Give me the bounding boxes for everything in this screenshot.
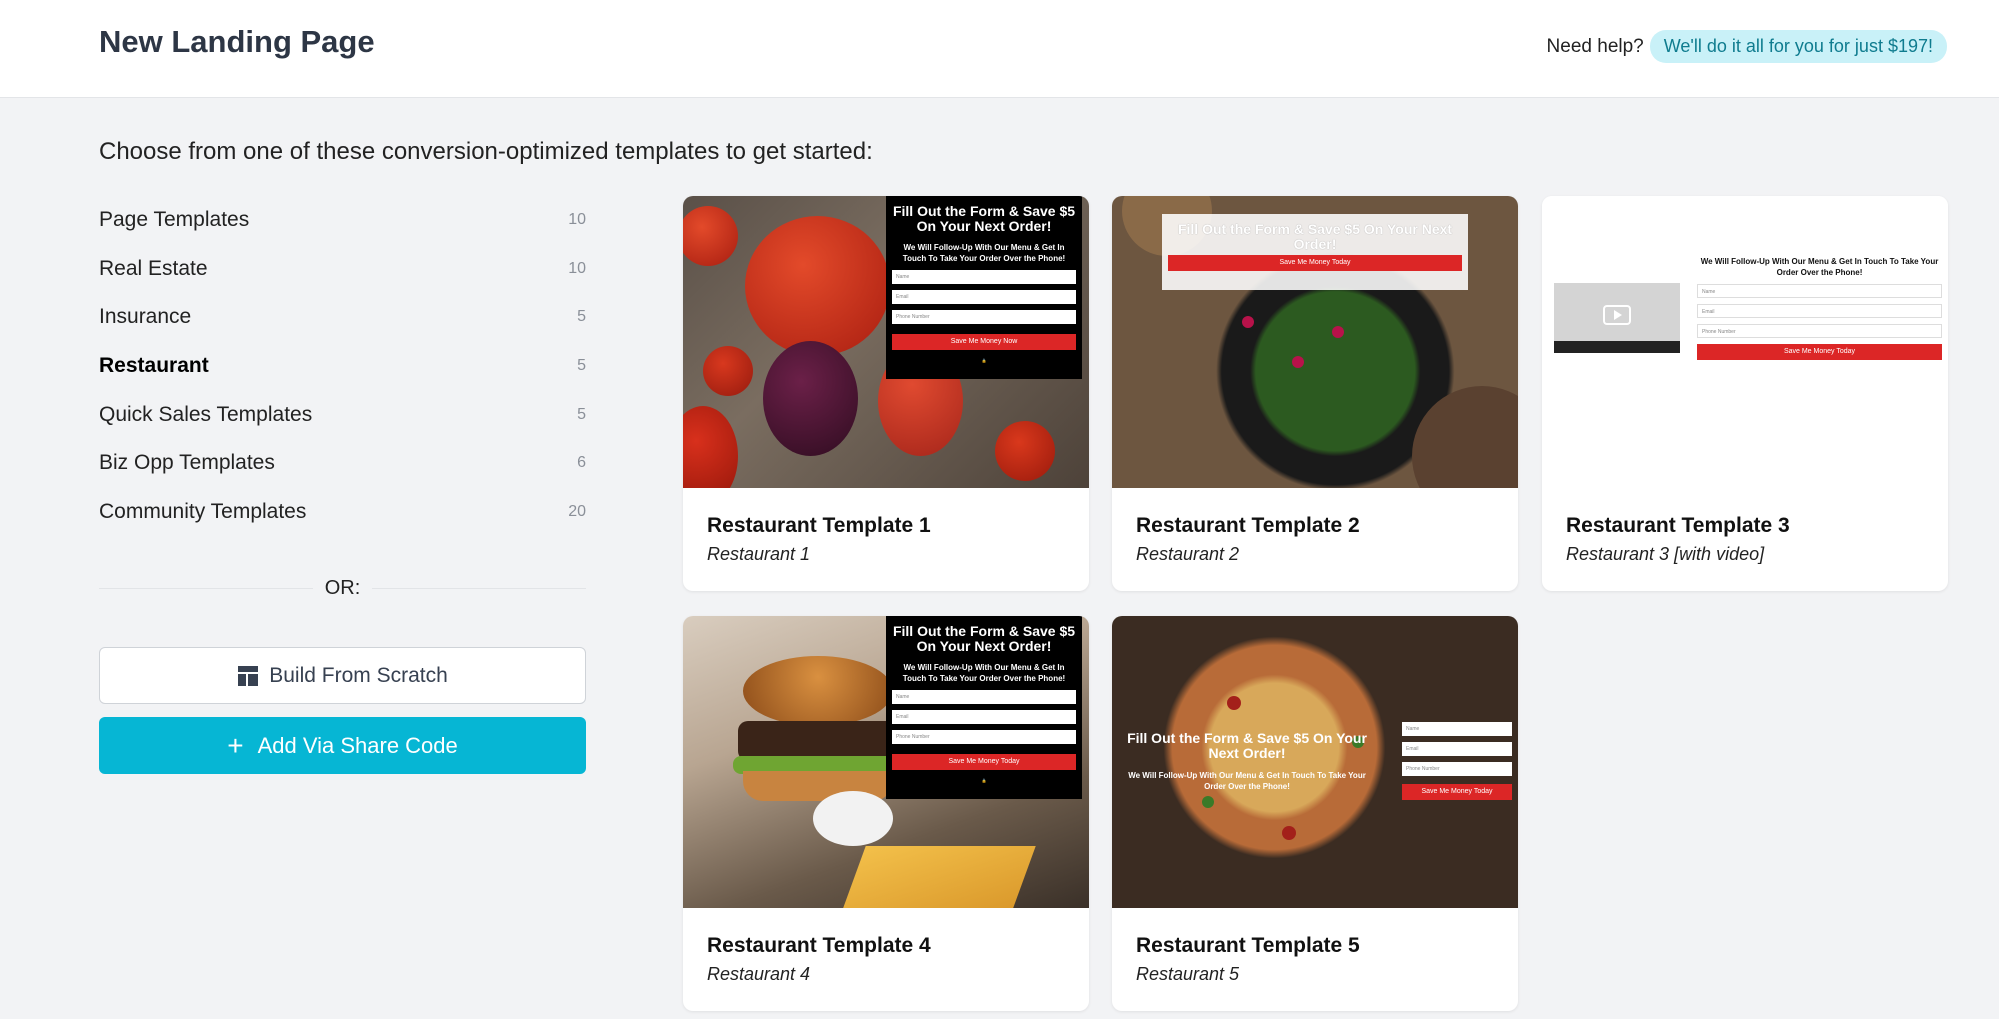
- preview-field: Name: [892, 690, 1076, 705]
- preview-field: Email: [1697, 304, 1942, 319]
- layout-icon: [238, 665, 259, 686]
- preview-form: Fill Out the Form & Save $5 On Your Next…: [886, 196, 1082, 379]
- privacy-icon: 🔒: [981, 358, 987, 364]
- page-title: New Landing Page: [99, 24, 375, 59]
- help-label: Need help?: [1546, 35, 1644, 57]
- or-label: OR:: [324, 576, 361, 599]
- template-card-3[interactable]: We Will Follow-Up With Our Menu & Get In…: [1542, 196, 1948, 591]
- category-list: Page Templates 10 Real Estate 10 Insuran…: [99, 196, 586, 536]
- preview-field: Name: [1402, 722, 1512, 736]
- category-label: Biz Opp Templates: [99, 451, 275, 475]
- play-icon: [1603, 304, 1631, 325]
- template-thumbnail: Fill Out the Form & Save $5 On Your Next…: [683, 196, 1089, 488]
- category-restaurant[interactable]: Restaurant 5: [99, 342, 586, 391]
- category-page-templates[interactable]: Page Templates 10: [99, 196, 586, 245]
- preview-headline: Fill Out the Form & Save $5 On Your Next…: [892, 623, 1076, 655]
- preview-field: Email: [1402, 742, 1512, 756]
- or-divider: OR:: [99, 574, 586, 602]
- category-label: Quick Sales Templates: [99, 402, 313, 426]
- template-card-2[interactable]: Fill Out the Form & Save $5 On Your Next…: [1112, 196, 1518, 591]
- preview-text: Fill Out the Form & Save $5 On Your Next…: [1122, 730, 1372, 792]
- preview-button: Save Me Money Today: [1697, 344, 1942, 361]
- template-title: Restaurant Template 3: [1566, 514, 1790, 537]
- preview-field: Phone Number: [892, 310, 1076, 325]
- divider-line: [372, 587, 586, 589]
- preview-field: Phone Number: [892, 730, 1076, 745]
- divider-line: [99, 587, 313, 589]
- video-player: [1554, 283, 1680, 353]
- build-from-scratch-label: Build From Scratch: [269, 663, 448, 687]
- template-thumbnail: We Will Follow-Up With Our Menu & Get In…: [1542, 196, 1948, 488]
- category-label: Real Estate: [99, 256, 208, 280]
- build-from-scratch-button[interactable]: Build From Scratch: [99, 647, 586, 704]
- template-subtitle: Restaurant 4: [707, 964, 811, 984]
- category-count: 5: [577, 308, 586, 326]
- preview-headline: Fill Out the Form & Save $5 On Your Next…: [1177, 221, 1453, 252]
- category-count: 20: [568, 502, 586, 520]
- template-title: Restaurant Template 5: [1136, 934, 1360, 957]
- preview-form: We Will Follow-Up With Our Menu & Get In…: [1697, 256, 1942, 361]
- template-card-5[interactable]: Fill Out the Form & Save $5 On Your Next…: [1112, 616, 1518, 1011]
- privacy-icon: 🔒: [981, 778, 987, 784]
- template-thumbnail: Fill Out the Form & Save $5 On Your Next…: [683, 616, 1089, 908]
- preview-field: Phone Number: [1402, 762, 1512, 776]
- category-count: 5: [577, 357, 586, 375]
- add-via-share-code-button[interactable]: + Add Via Share Code: [99, 717, 586, 774]
- template-subtitle: Restaurant 2: [1136, 544, 1240, 564]
- preview-field: Email: [892, 710, 1076, 725]
- template-subtitle: Restaurant 1: [707, 544, 811, 564]
- category-count: 5: [577, 405, 586, 423]
- category-count: 10: [568, 211, 586, 229]
- category-label: Community Templates: [99, 499, 307, 523]
- preview-form: Fill Out the Form & Save $5 On Your Next…: [1162, 214, 1468, 290]
- category-label: Page Templates: [99, 208, 250, 232]
- template-title: Restaurant Template 2: [1136, 514, 1360, 537]
- template-thumbnail: Fill Out the Form & Save $5 On Your Next…: [1112, 616, 1518, 908]
- add-via-share-code-label: Add Via Share Code: [257, 732, 458, 758]
- category-count: 6: [577, 454, 586, 472]
- preview-form: Fill Out the Form & Save $5 On Your Next…: [886, 616, 1082, 799]
- category-real-estate[interactable]: Real Estate 10: [99, 245, 586, 294]
- template-title: Restaurant Template 4: [707, 934, 931, 957]
- category-label: Restaurant: [99, 354, 209, 378]
- plus-icon: +: [227, 729, 244, 761]
- preview-field: Name: [892, 270, 1076, 285]
- preview-headline: Fill Out the Form & Save $5 On Your Next…: [892, 203, 1076, 235]
- template-card-1[interactable]: Fill Out the Form & Save $5 On Your Next…: [683, 196, 1089, 591]
- category-community[interactable]: Community Templates 20: [99, 488, 586, 537]
- intro-text: Choose from one of these conversion-opti…: [99, 138, 873, 165]
- preview-field: Email: [892, 290, 1076, 305]
- category-quick-sales[interactable]: Quick Sales Templates 5: [99, 390, 586, 439]
- preview-button: Save Me Money Today: [1168, 255, 1462, 272]
- template-title: Restaurant Template 1: [707, 514, 931, 537]
- template-subtitle: Restaurant 5: [1136, 964, 1240, 984]
- category-label: Insurance: [99, 305, 192, 329]
- preview-form: Name Email Phone Number Save Me Money To…: [1402, 716, 1512, 800]
- category-count: 10: [568, 259, 586, 277]
- category-insurance[interactable]: Insurance 5: [99, 293, 586, 342]
- preview-button: Save Me Money Now: [892, 334, 1076, 351]
- preview-subheadline: We Will Follow-Up With Our Menu & Get In…: [902, 242, 1066, 263]
- preview-subheadline: We Will Follow-Up With Our Menu & Get In…: [902, 662, 1066, 683]
- top-header: New Landing Page Need help? We'll do it …: [0, 0, 1999, 98]
- template-thumbnail: Fill Out the Form & Save $5 On Your Next…: [1112, 196, 1518, 488]
- preview-field: Name: [1697, 284, 1942, 299]
- preview-button: Save Me Money Today: [1402, 784, 1512, 800]
- preview-headline: We Will Follow-Up With Our Menu & Get In…: [1700, 257, 1939, 278]
- template-subtitle: Restaurant 3 [with video]: [1566, 544, 1765, 564]
- category-biz-opp[interactable]: Biz Opp Templates 6: [99, 439, 586, 488]
- done-for-you-link[interactable]: We'll do it all for you for just $197!: [1649, 30, 1947, 63]
- template-card-4[interactable]: Fill Out the Form & Save $5 On Your Next…: [683, 616, 1089, 1011]
- help-area: Need help? We'll do it all for you for j…: [1547, 30, 1947, 63]
- preview-subheadline: We Will Follow-Up With Our Menu & Get In…: [1128, 770, 1366, 791]
- preview-field: Phone Number: [1697, 324, 1942, 339]
- preview-button: Save Me Money Today: [892, 754, 1076, 771]
- preview-headline: Fill Out the Form & Save $5 On Your Next…: [1127, 730, 1367, 762]
